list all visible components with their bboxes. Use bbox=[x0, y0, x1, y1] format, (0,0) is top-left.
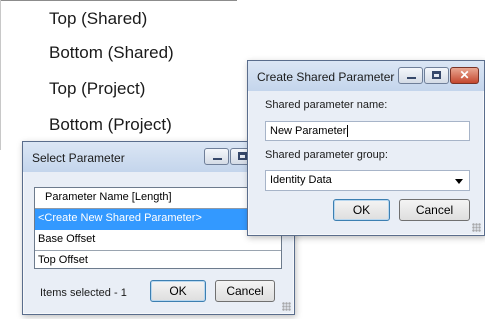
menu-item-bottom-shared[interactable]: Bottom (Shared) bbox=[49, 43, 174, 63]
resize-grip-icon[interactable] bbox=[282, 302, 291, 311]
cancel-button[interactable]: Cancel bbox=[399, 199, 470, 221]
create-shared-parameter-dialog: Create Shared Parameter ✕ Shared paramet… bbox=[247, 60, 485, 236]
list-item[interactable]: Base Offset bbox=[35, 230, 281, 251]
dropdown-arrow-icon bbox=[455, 179, 463, 184]
parameter-name-input[interactable]: New Parameter bbox=[265, 121, 470, 141]
resize-grip-icon[interactable] bbox=[472, 223, 481, 232]
maximize-icon bbox=[432, 71, 441, 79]
menu-top-border bbox=[1, 0, 237, 1]
close-icon: ✕ bbox=[459, 68, 470, 82]
minimize-icon bbox=[407, 77, 416, 79]
maximize-button[interactable] bbox=[424, 67, 449, 84]
menu-item-top-shared[interactable]: Top (Shared) bbox=[49, 9, 147, 29]
group-label: Shared parameter group: bbox=[265, 149, 388, 161]
parameter-group-select[interactable]: Identity Data bbox=[265, 170, 470, 191]
parameter-list[interactable]: Parameter Name [Length] <Create New Shar… bbox=[34, 187, 282, 269]
list-item[interactable]: <Create New Shared Parameter> bbox=[35, 209, 281, 230]
close-button[interactable]: ✕ bbox=[450, 67, 479, 84]
minimize-icon bbox=[213, 158, 222, 160]
dialog-title: Create Shared Parameter bbox=[257, 70, 395, 84]
context-menu: Top (Shared) Bottom (Shared) Top (Projec… bbox=[0, 0, 237, 150]
ok-button[interactable]: OK bbox=[333, 199, 390, 221]
ok-button[interactable]: OK bbox=[150, 280, 206, 302]
parameter-name-value: New Parameter bbox=[270, 125, 347, 137]
name-label: Shared parameter name: bbox=[265, 99, 388, 111]
column-header[interactable]: Parameter Name [Length] bbox=[35, 188, 281, 209]
items-selected-status: Items selected - 1 bbox=[40, 287, 127, 299]
maximize-icon bbox=[238, 152, 247, 160]
menu-item-bottom-project[interactable]: Bottom (Project) bbox=[49, 115, 172, 135]
minimize-button[interactable] bbox=[398, 67, 423, 84]
minimize-button[interactable] bbox=[204, 148, 229, 165]
list-item[interactable]: Top Offset bbox=[35, 251, 281, 268]
text-caret bbox=[347, 125, 349, 138]
parameter-group-value: Identity Data bbox=[270, 174, 332, 186]
cancel-button[interactable]: Cancel bbox=[215, 280, 275, 302]
dialog-title: Select Parameter bbox=[32, 151, 125, 165]
menu-item-top-project[interactable]: Top (Project) bbox=[49, 79, 145, 99]
